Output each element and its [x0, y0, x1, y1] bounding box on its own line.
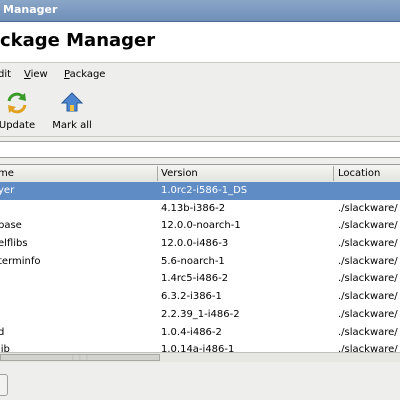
package-version: 6.3.2-i386-1: [161, 291, 222, 303]
refresh-arrows-icon: [7, 92, 27, 114]
table-body: yer 1.0rc2-i586-1_DS 4.13b-i386-2 ./slac…: [0, 182, 400, 355]
table-row[interactable]: yer 1.0rc2-i586-1_DS: [0, 182, 400, 200]
table-row[interactable]: 2.2.39_1-i486-2 ./slackware/: [0, 306, 400, 324]
column-divider[interactable]: [333, 166, 334, 181]
update-button[interactable]: Update: [0, 91, 38, 133]
search-input[interactable]: [0, 141, 400, 158]
column-name-header[interactable]: me: [0, 168, 14, 179]
column-location-header[interactable]: Location: [338, 168, 380, 179]
package-name: base: [0, 220, 22, 232]
app-header: ckage Manager: [0, 22, 400, 63]
scrollbar-grip: ⋮⋮⋮: [70, 354, 91, 361]
package-name: yer: [0, 185, 15, 196]
package-location: ./slackware/: [338, 273, 398, 285]
mark-all-label: Mark all: [52, 120, 92, 131]
table-row[interactable]: 1.4rc5-i486-2 ./slackware/: [0, 270, 400, 288]
package-version: 12.0.0-i486-3: [161, 238, 229, 250]
table-header: me Version Location: [0, 165, 400, 183]
table-row[interactable]: elflibs 12.0.0-i486-3 ./slackware/: [0, 235, 400, 253]
menu-view[interactable]: View: [24, 69, 48, 80]
menu-edit[interactable]: dit: [0, 69, 11, 80]
table-row[interactable]: base 12.0.0-noarch-1 ./slackware/: [0, 217, 400, 235]
package-location: ./slackware/: [338, 238, 398, 250]
package-version: 5.6-noarch-1: [161, 255, 225, 267]
window-titlebar[interactable]: Manager: [0, 0, 400, 22]
column-divider[interactable]: [157, 166, 158, 181]
page-title: ckage Manager: [0, 30, 156, 51]
package-version: 1.0.4-i486-2: [161, 326, 222, 338]
menubar: dit View Package: [0, 66, 400, 84]
package-version: 4.13b-i386-2: [161, 202, 226, 214]
package-name: elflibs: [0, 238, 28, 250]
package-name: d: [0, 327, 4, 338]
package-location: ./slackware/: [338, 308, 398, 320]
menu-package[interactable]: Package: [64, 69, 105, 80]
update-label: Update: [0, 120, 36, 131]
package-table[interactable]: me Version Location yer 1.0rc2-i586-1_DS…: [0, 164, 400, 355]
table-row[interactable]: terminfo 5.6-noarch-1 ./slackware/: [0, 253, 400, 271]
package-location: ./slackware/: [338, 202, 398, 214]
horizontal-scrollbar[interactable]: ⋮⋮⋮: [0, 352, 400, 362]
package-location: ./slackware/: [338, 326, 398, 338]
package-location: ./slackware/: [338, 255, 398, 267]
mark-all-button[interactable]: Mark all: [48, 91, 96, 133]
package-name: terminfo: [0, 255, 41, 267]
window-title: Manager: [3, 3, 58, 16]
table-row[interactable]: d 1.0.4-i486-2 ./slackware/: [0, 324, 400, 342]
table-row[interactable]: 4.13b-i386-2 ./slackware/: [0, 200, 400, 218]
package-version: 1.4rc5-i486-2: [161, 273, 229, 285]
bottom-button[interactable]: [0, 374, 8, 396]
package-location: ./slackware/: [338, 220, 398, 232]
table-row[interactable]: 6.3.2-i386-1 ./slackware/: [0, 288, 400, 306]
up-arrow-house-icon: [60, 92, 84, 112]
package-version: 1.0rc2-i586-1_DS: [161, 185, 248, 196]
package-location: ./slackware/: [338, 291, 398, 303]
package-version: 2.2.39_1-i486-2: [161, 308, 240, 320]
toolbar: Update Mark all: [0, 86, 400, 137]
package-version: 12.0.0-noarch-1: [161, 220, 241, 232]
column-version-header[interactable]: Version: [161, 168, 198, 179]
